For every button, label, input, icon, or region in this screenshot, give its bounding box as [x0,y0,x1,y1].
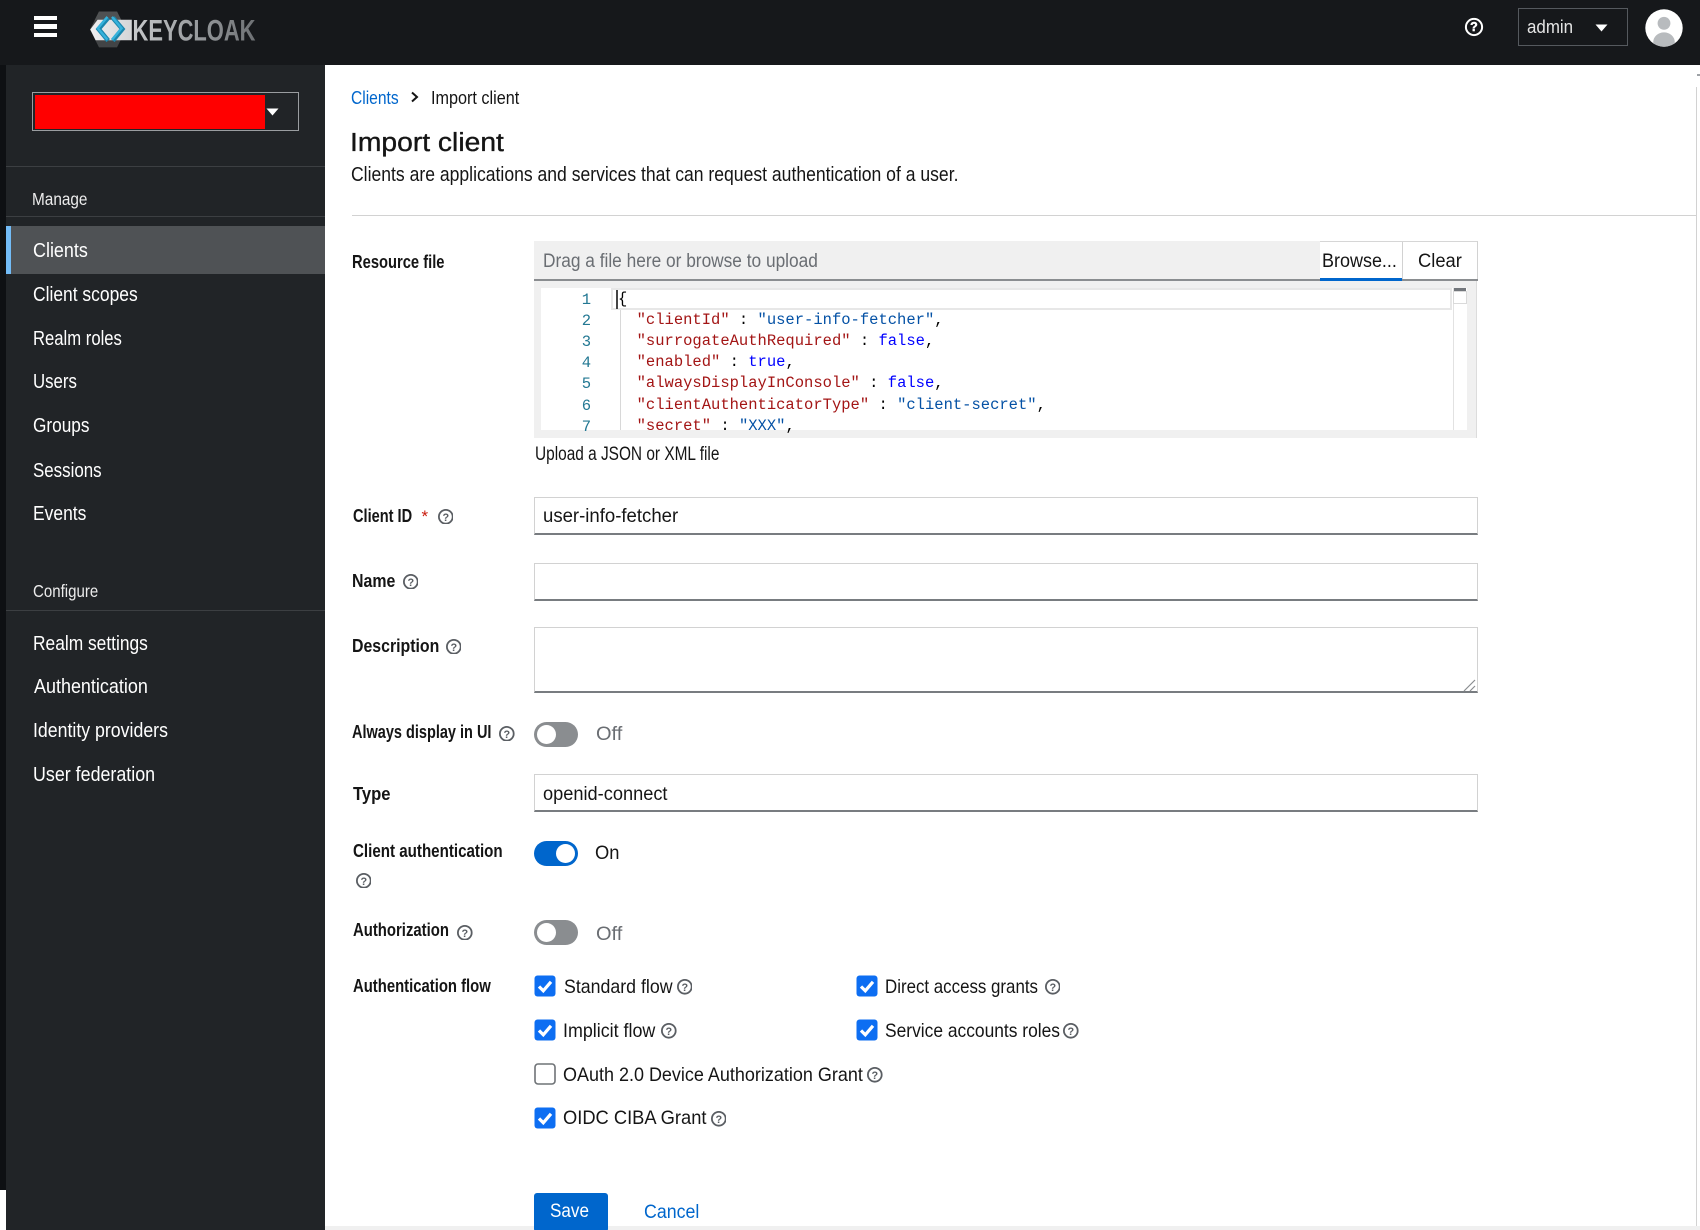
svg-text:?: ? [665,1026,672,1038]
svg-text:?: ? [442,512,449,524]
svg-text:?: ? [871,1070,878,1082]
svg-text:?: ? [1067,1026,1074,1038]
svg-text:?: ? [503,729,510,741]
svg-text:?: ? [360,876,367,888]
svg-text:?: ? [461,928,468,940]
svg-text:?: ? [407,577,414,589]
svg-text:?: ? [1470,20,1478,34]
svg-text:KEYCLOAK: KEYCLOAK [133,14,256,47]
svg-text:?: ? [681,982,688,994]
svg-text:?: ? [715,1114,722,1126]
svg-text:?: ? [450,642,457,654]
svg-text:?: ? [1049,982,1056,994]
